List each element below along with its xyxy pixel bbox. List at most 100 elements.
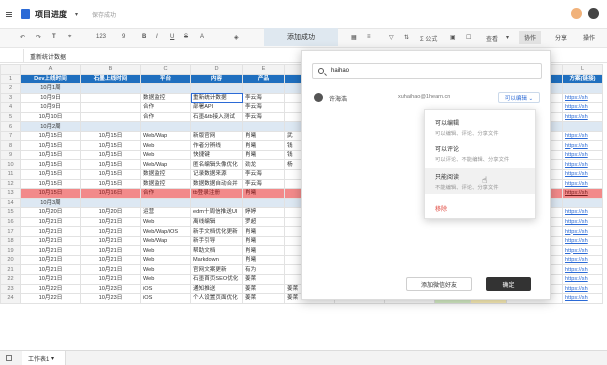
table-cell[interactable]: 10月22日 bbox=[20, 283, 81, 295]
table-cell[interactable]: 数据数据自动合并 bbox=[190, 178, 243, 190]
table-cell[interactable]: 李云海 bbox=[242, 178, 285, 190]
table-cell[interactable] bbox=[242, 83, 285, 94]
search-input[interactable]: haihao bbox=[312, 63, 542, 79]
row-header[interactable]: 12 bbox=[0, 178, 21, 190]
table-cell[interactable]: Web bbox=[140, 149, 191, 161]
invite-wechat-button[interactable]: 添加微信好友 bbox=[406, 277, 472, 291]
table-cell[interactable]: Web/Wap bbox=[140, 159, 191, 170]
table-cell[interactable]: 10月21日 bbox=[80, 254, 141, 266]
table-cell[interactable]: iOS bbox=[140, 293, 191, 304]
row-header[interactable]: 19 bbox=[0, 245, 21, 256]
option-comment[interactable]: 可以评论 可以评论、不能编辑、分享文件 bbox=[435, 144, 509, 163]
option-edit[interactable]: 可以编辑 可以编辑、评论、分享文件 bbox=[435, 118, 499, 137]
table-cell[interactable]: Markdown bbox=[190, 254, 243, 266]
share-button[interactable]: 分享 bbox=[549, 31, 573, 44]
table-cell[interactable]: 肖曦 bbox=[242, 254, 285, 266]
sheet-tab[interactable]: 工作表1 ▾ bbox=[22, 351, 66, 365]
table-cell[interactable]: 10月9日 bbox=[20, 92, 81, 104]
corner-cell[interactable] bbox=[0, 64, 21, 75]
table-cell[interactable]: 10月20日 bbox=[80, 207, 141, 218]
sort-icon[interactable]: ⇅ bbox=[404, 34, 409, 41]
header-cell[interactable]: 产品 bbox=[242, 73, 285, 85]
table-cell[interactable]: 劲龙 bbox=[242, 159, 285, 170]
number-format-dropdown[interactable]: 123 bbox=[96, 34, 106, 40]
table-cell[interactable]: https://sh bbox=[562, 245, 603, 256]
table-cell[interactable] bbox=[562, 197, 603, 209]
font-size-dropdown[interactable]: 9 bbox=[122, 34, 125, 40]
row-header[interactable]: 13 bbox=[0, 188, 21, 199]
table-cell[interactable]: 10月23日 bbox=[80, 293, 141, 304]
row-header[interactable]: 10 bbox=[0, 159, 21, 170]
table-cell[interactable]: 10月15日 bbox=[80, 159, 141, 170]
table-cell[interactable]: 10月15日 bbox=[20, 140, 81, 151]
table-cell[interactable]: 重新统计数据 bbox=[190, 92, 243, 104]
row-header[interactable]: 24 bbox=[0, 293, 21, 304]
confirm-button[interactable]: 确定 bbox=[486, 277, 531, 291]
row-header[interactable]: 11 bbox=[0, 169, 21, 180]
table-cell[interactable]: iOS bbox=[140, 283, 191, 295]
comment-icon[interactable]: ☐ bbox=[466, 34, 471, 41]
table-cell[interactable] bbox=[562, 83, 603, 94]
table-cell[interactable]: Web bbox=[140, 245, 191, 256]
table-cell[interactable]: 肖曦 bbox=[242, 226, 285, 237]
fill-color-icon[interactable]: ◈ bbox=[234, 34, 239, 41]
row-header[interactable]: 3 bbox=[0, 92, 21, 104]
table-cell[interactable]: https://sh bbox=[562, 188, 603, 199]
table-cell[interactable]: 个人设置页面优化 bbox=[190, 293, 243, 304]
table-cell[interactable]: 数据监控 bbox=[140, 178, 191, 190]
title-dropdown-icon[interactable]: ▾ bbox=[75, 11, 78, 18]
table-cell[interactable] bbox=[80, 111, 141, 123]
underline-icon[interactable]: U bbox=[170, 34, 174, 40]
collaborate-button[interactable]: 协作 bbox=[519, 31, 541, 44]
chevron-down-icon[interactable]: ▾ bbox=[506, 34, 509, 41]
avatar[interactable] bbox=[571, 8, 582, 19]
table-cell[interactable]: 10月21日 bbox=[80, 235, 141, 247]
table-cell[interactable]: 匿名编辑头像优化 bbox=[190, 159, 243, 170]
table-cell[interactable]: tb登录注册 bbox=[190, 188, 243, 199]
table-cell[interactable]: 10月21日 bbox=[80, 245, 141, 256]
table-cell[interactable]: https://sh bbox=[562, 178, 603, 190]
header-cell[interactable]: 石墨上线时间 bbox=[80, 73, 141, 85]
table-cell[interactable]: https://sh bbox=[562, 264, 603, 276]
table-cell[interactable]: https://sh bbox=[562, 130, 603, 142]
table-cell[interactable]: 10月21日 bbox=[20, 254, 81, 266]
table-cell[interactable]: 10月21日 bbox=[20, 226, 81, 237]
table-cell[interactable]: Web bbox=[140, 254, 191, 266]
table-cell[interactable] bbox=[80, 83, 141, 94]
italic-icon[interactable]: I bbox=[156, 34, 158, 40]
table-cell[interactable]: https://sh bbox=[562, 216, 603, 228]
table-cell[interactable] bbox=[140, 83, 191, 94]
filter-icon[interactable]: ▽ bbox=[389, 34, 394, 41]
table-cell[interactable] bbox=[80, 92, 141, 104]
table-cell[interactable]: 肖曦 bbox=[242, 188, 285, 199]
table-cell[interactable]: edm十周信推送UI bbox=[190, 207, 243, 218]
table-cell[interactable]: 官网文案更新 bbox=[190, 264, 243, 276]
table-cell[interactable]: https://sh bbox=[562, 159, 603, 170]
row-header[interactable]: 15 bbox=[0, 207, 21, 218]
table-cell[interactable]: Web bbox=[140, 140, 191, 151]
table-cell[interactable]: 10月15日 bbox=[80, 130, 141, 142]
table-cell[interactable]: 10月21日 bbox=[20, 216, 81, 228]
table-cell[interactable]: 合作 bbox=[140, 111, 191, 123]
row-header[interactable]: 21 bbox=[0, 264, 21, 276]
table-cell[interactable]: 10月9日 bbox=[20, 102, 81, 113]
table-cell[interactable]: 10月15日 bbox=[20, 169, 81, 180]
table-cell[interactable]: 部署API bbox=[190, 102, 243, 113]
table-cell[interactable]: 10月15日 bbox=[80, 169, 141, 180]
column-header[interactable]: B bbox=[80, 64, 141, 75]
table-cell[interactable]: 离线编辑 bbox=[190, 216, 243, 228]
table-cell[interactable]: 10月21日 bbox=[80, 274, 141, 285]
undo-icon[interactable]: ↶ bbox=[20, 34, 25, 41]
row-header[interactable]: 2 bbox=[0, 83, 21, 94]
table-cell[interactable] bbox=[190, 83, 243, 94]
table-cell[interactable]: https://sh bbox=[562, 140, 603, 151]
row-header[interactable]: 4 bbox=[0, 102, 21, 113]
column-header[interactable]: L bbox=[562, 64, 603, 75]
table-cell[interactable]: Web bbox=[140, 216, 191, 228]
table-cell[interactable]: https://sh bbox=[562, 283, 603, 295]
table-cell[interactable]: 合作 bbox=[140, 188, 191, 199]
formula-button[interactable]: Σ 公式 bbox=[420, 34, 437, 43]
table-cell[interactable]: https://sh bbox=[562, 254, 603, 266]
table-cell[interactable]: 通知推送 bbox=[190, 283, 243, 295]
table-cell[interactable]: https://sh bbox=[562, 92, 603, 104]
